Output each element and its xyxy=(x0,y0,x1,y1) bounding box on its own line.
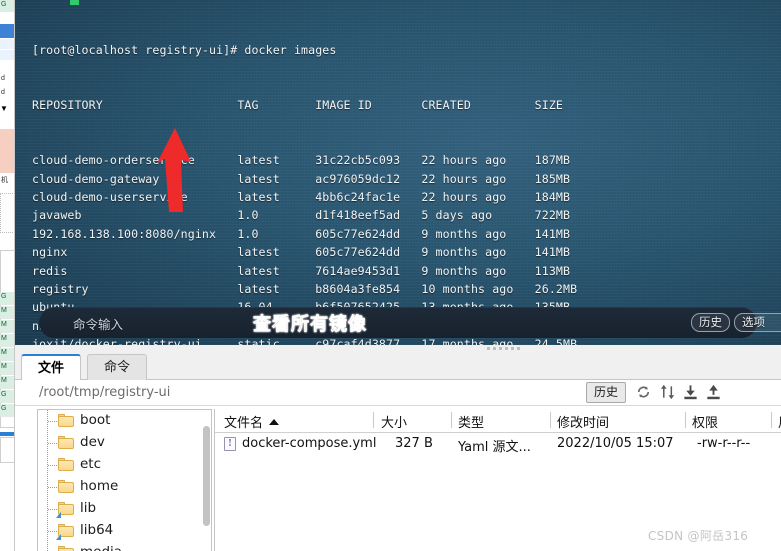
terminal-image-row: redis latest 7614ae9453d1 9 months ago 1… xyxy=(32,263,571,278)
directory-tree[interactable]: boot dev etc home lib lib64 media xyxy=(37,409,212,551)
download-icon[interactable] xyxy=(682,383,699,401)
terminal-image-row: cloud-demo-orderservice latest 31c22cb5c… xyxy=(32,153,571,168)
upload-icon[interactable] xyxy=(705,383,722,401)
terminal-table-header: REPOSITORY TAG IMAGE ID CREATED SIZE xyxy=(32,98,564,113)
annotation-label: 查看所有镜像 xyxy=(253,314,367,336)
tree-branch-icon xyxy=(48,509,57,510)
tree-branch-icon xyxy=(48,487,57,488)
terminal-image-row: registry latest b8604a3fe854 10 months a… xyxy=(32,281,578,296)
tree-branch-icon xyxy=(48,465,57,466)
terminal-options-button[interactable]: 选项 xyxy=(734,313,781,332)
tree-node-label: boot xyxy=(80,412,111,428)
tree-node-etc[interactable]: etc xyxy=(38,454,198,476)
column-header-name[interactable]: 文件名 xyxy=(224,412,280,431)
tree-branch-icon xyxy=(48,443,57,444)
terminal-output: [root@localhost registry-ui]# docker ima… xyxy=(32,4,577,345)
tree-node-dev[interactable]: dev xyxy=(38,432,198,454)
folder-icon xyxy=(58,546,74,551)
tree-node-label: lib64 xyxy=(80,522,114,538)
path-history-button[interactable]: 历史 xyxy=(586,382,626,403)
symlink-arrow-icon xyxy=(56,534,61,540)
watermark: CSDN @阿岳316 xyxy=(648,529,749,543)
tree-node-lib64[interactable]: lib64 xyxy=(38,520,198,542)
refresh-icon[interactable] xyxy=(635,383,652,401)
terminal-image-row: cloud-demo-gateway latest ac976059dc12 2… xyxy=(32,171,571,186)
column-header-type[interactable]: 类型 xyxy=(458,412,484,431)
tree-node-label: lib xyxy=(80,500,97,516)
panel-tabbar: 文件 命令 xyxy=(15,352,781,380)
tree-node-boot[interactable]: boot xyxy=(38,410,198,432)
column-header-size[interactable]: 大小 xyxy=(381,412,407,431)
terminal-prompt-line-top: [root@localhost registry-ui]# docker ima… xyxy=(32,42,337,57)
terminal-history-button[interactable]: 历史 xyxy=(691,313,730,332)
tree-node-lib[interactable]: lib xyxy=(38,498,198,520)
column-divider[interactable] xyxy=(771,412,772,428)
cell-size: 327 B xyxy=(395,436,433,451)
panel-splitter[interactable] xyxy=(15,345,781,352)
column-divider[interactable] xyxy=(550,412,551,428)
folder-icon xyxy=(58,414,74,427)
tree-node-home[interactable]: home xyxy=(38,476,198,498)
symlink-arrow-icon xyxy=(56,512,61,518)
terminal-image-row: nginx latest 605c77e624dd 9 months ago 1… xyxy=(32,245,571,260)
current-path[interactable]: /root/tmp/registry-ui xyxy=(39,385,170,400)
cell-type: Yaml 源文... xyxy=(458,440,531,455)
tree-node-label: media xyxy=(80,544,122,551)
terminal-image-row: cloud-demo-userservice latest 4bb6c24fac… xyxy=(32,190,571,204)
folder-icon xyxy=(58,436,74,449)
tab-command[interactable]: 命令 xyxy=(87,354,148,380)
yaml-file-icon: ! xyxy=(224,437,236,451)
folder-icon xyxy=(56,502,74,518)
tree-node-label: etc xyxy=(80,456,102,472)
tree-node-label: dev xyxy=(80,434,105,450)
column-divider[interactable] xyxy=(685,412,686,428)
column-header-modified[interactable]: 修改时间 xyxy=(557,412,609,431)
folder-icon xyxy=(58,480,74,493)
tab-file[interactable]: 文件 xyxy=(21,354,82,380)
cell-modified: 2022/10/05 15:07 xyxy=(557,436,674,451)
command-input[interactable]: 命令输入 xyxy=(39,307,757,338)
tree-branch-icon xyxy=(48,531,57,532)
background-window-strip: G d d ▼ 机 G M M M M M M G G xyxy=(0,0,15,551)
column-divider[interactable] xyxy=(451,412,452,428)
tree-branch-icon xyxy=(48,421,57,422)
file-list-header: 文件名 大小 类型 修改时间 权限 用户/组 xyxy=(215,409,781,433)
path-bar: /root/tmp/registry-ui 历史 xyxy=(15,380,781,406)
upload-arrow-icon[interactable] xyxy=(660,383,677,401)
sort-ascending-icon xyxy=(269,419,280,425)
tree-node-label: home xyxy=(80,478,119,494)
folder-icon xyxy=(56,524,74,540)
file-manager-panel: 文件 命令 /root/tmp/registry-ui 历史 boot dev … xyxy=(15,352,781,551)
splitter-grip-icon xyxy=(487,347,521,350)
terminal-pane[interactable]: [root@localhost registry-ui]# docker ima… xyxy=(15,0,781,345)
column-divider[interactable] xyxy=(373,412,374,428)
folder-icon xyxy=(58,458,74,471)
cell-permissions: -rw-r--r-- xyxy=(697,436,751,451)
cell-name: docker-compose.yml xyxy=(242,436,377,451)
column-header-permissions[interactable]: 权限 xyxy=(692,412,718,431)
app-window: G d d ▼ 机 G M M M M M M G G [root@localh… xyxy=(0,0,781,551)
terminal-image-row: 192.168.138.100:8080/nginx 1.0 605c77e62… xyxy=(32,226,571,241)
tree-scrollbar[interactable] xyxy=(203,426,210,526)
terminal-image-row: javaweb 1.0 d1f418eef5ad 5 days ago 722M… xyxy=(32,208,571,223)
table-row[interactable]: ! docker-compose.yml 327 B Yaml 源文... 20… xyxy=(215,433,781,456)
red-arrow-annotation xyxy=(157,128,191,212)
command-input-placeholder: 命令输入 xyxy=(73,317,124,332)
tree-node-media[interactable]: media xyxy=(38,542,198,551)
